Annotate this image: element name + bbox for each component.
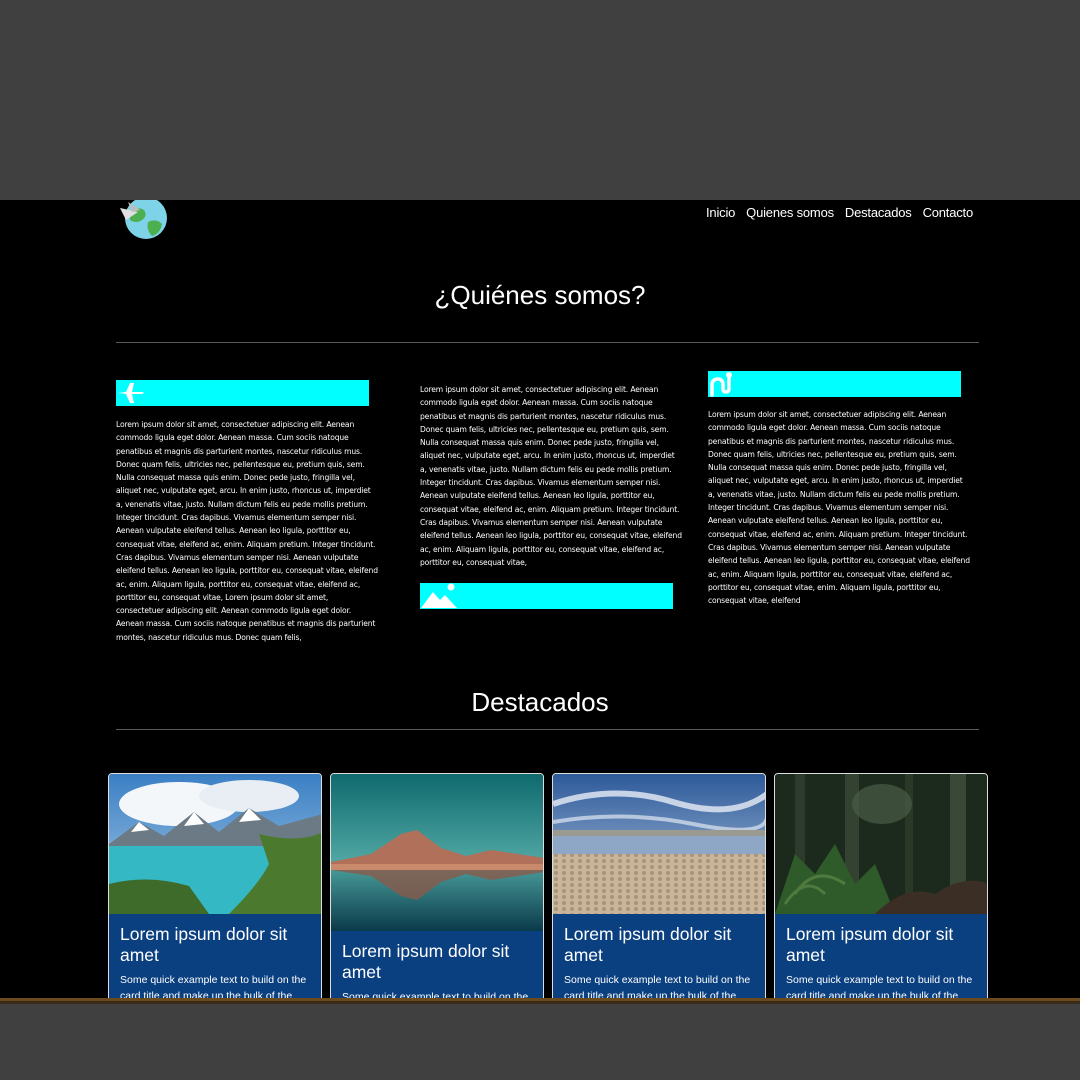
airplane-icon [118, 383, 144, 403]
column-3-text: Lorem ipsum dolor sit amet, consectetuer… [708, 410, 970, 606]
nav-link-contacto[interactable]: Contacto [923, 205, 974, 220]
about-divider [116, 342, 979, 343]
card-title: Lorem ipsum dolor sit amet [342, 941, 510, 982]
globe-logo-icon[interactable] [118, 200, 170, 240]
card-title: Lorem ipsum dolor sit amet [564, 924, 732, 965]
card-image-forest [775, 774, 987, 914]
bottom-strip [0, 998, 1080, 1004]
route-icon [710, 372, 732, 397]
page-viewport: Inicio Quienes somos Destacados Contacto… [0, 200, 1080, 1000]
featured-cards: Lorem ipsum dolor sit amet Some quick ex… [108, 773, 988, 1000]
featured-card-4[interactable]: Lorem ipsum dolor sit amet Some quick ex… [774, 773, 988, 1000]
card-text: Some quick example text to build on the … [120, 974, 307, 1000]
featured-card-2[interactable]: Lorem ipsum dolor sit amet Some quick ex… [330, 773, 544, 1000]
about-column-3: Lorem ipsum dolor sit amet, consectetuer… [708, 371, 970, 607]
card-text: Some quick example text to build on the … [564, 974, 751, 1000]
featured-card-1[interactable]: Lorem ipsum dolor sit amet Some quick ex… [108, 773, 322, 1000]
mountain-icon [421, 583, 457, 609]
main-nav: Inicio Quienes somos Destacados Contacto [706, 205, 973, 220]
card-image-salt-flat [553, 774, 765, 914]
card-title: Lorem ipsum dolor sit amet [786, 924, 954, 965]
column-3-header-bar [708, 371, 961, 397]
featured-title: Destacados [471, 687, 609, 717]
about-column-1: Lorem ipsum dolor sit amet, consectetuer… [116, 380, 378, 644]
card-title: Lorem ipsum dolor sit amet [120, 924, 288, 965]
nav-link-destacados[interactable]: Destacados [845, 205, 912, 220]
column-2-header-bar [420, 583, 673, 610]
nav-link-inicio[interactable]: Inicio [706, 205, 735, 220]
column-1-header-bar [116, 380, 369, 406]
card-image-glacier-lake [109, 774, 321, 914]
about-column-2: Lorem ipsum dolor sit amet, consectetuer… [420, 383, 682, 610]
card-text: Some quick example text to build on the … [786, 974, 973, 1000]
featured-card-3[interactable]: Lorem ipsum dolor sit amet Some quick ex… [552, 773, 766, 1000]
nav-link-quienes-somos[interactable]: Quienes somos [746, 205, 834, 220]
column-2-text: Lorem ipsum dolor sit amet, consectetuer… [420, 385, 682, 567]
featured-divider [116, 729, 979, 730]
card-image-volcano-reflection [331, 774, 543, 931]
about-title: ¿Quiénes somos? [434, 280, 646, 310]
column-1-text: Lorem ipsum dolor sit amet, consectetuer… [116, 420, 378, 642]
